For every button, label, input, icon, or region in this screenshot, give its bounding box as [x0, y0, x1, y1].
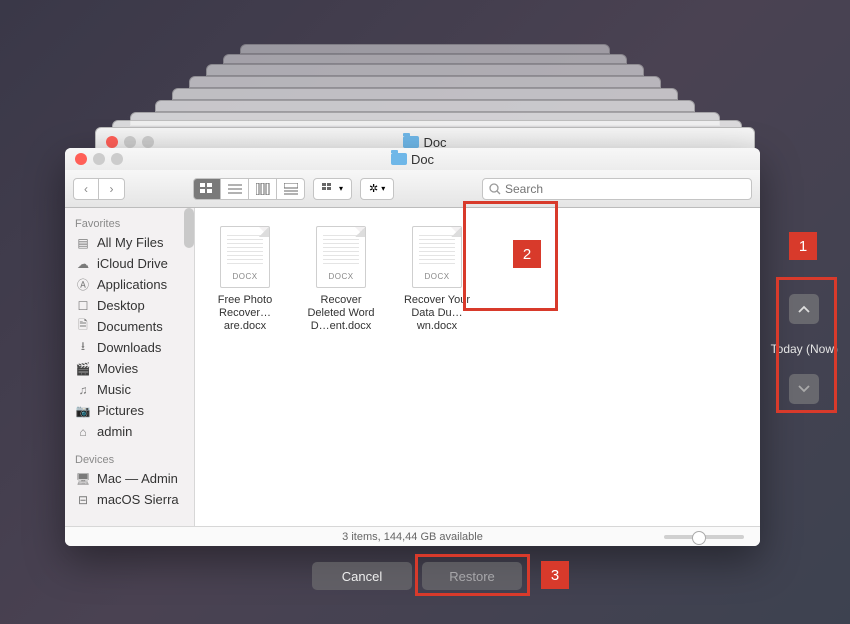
sidebar-header-devices: Devices [65, 450, 194, 468]
file-name: Recover Your Data Du…wn.docx [397, 294, 477, 334]
stacked-window [172, 88, 678, 100]
column-view-button[interactable] [249, 178, 277, 200]
cancel-button[interactable]: Cancel [312, 562, 412, 590]
sidebar-item-admin[interactable]: ⌂ admin [65, 421, 194, 442]
file-badge: DOCX [317, 272, 365, 281]
folder-icon [403, 136, 419, 148]
documents-icon: 🗎 [75, 320, 91, 334]
sidebar-header-favorites: Favorites [65, 214, 194, 232]
zoom-slider[interactable] [664, 535, 744, 539]
stacked-window [206, 64, 644, 76]
sidebar-item-label: Pictures [97, 403, 144, 418]
close-traffic-light[interactable] [75, 153, 87, 165]
sidebar-item-label: Movies [97, 361, 138, 376]
list-view-button[interactable] [221, 178, 249, 200]
movies-icon: 🎬 [75, 362, 91, 376]
toolbar: ‹ › ▾ ✲ ▾ [65, 170, 760, 208]
sidebar-item-icloud[interactable]: ☁ iCloud Drive [65, 253, 194, 274]
cloud-icon: ☁ [75, 257, 91, 271]
timeline-nav: Today (Now) [771, 294, 838, 404]
timeline-down-button[interactable] [789, 374, 819, 404]
timeline-label: Today (Now) [771, 342, 838, 356]
scrollbar-thumb[interactable] [184, 208, 194, 248]
stacked-window [189, 76, 661, 88]
sidebar-item-label: iCloud Drive [97, 256, 168, 271]
chevron-down-icon [798, 385, 810, 393]
file-name: Recover Deleted Word D…ent.docx [301, 294, 381, 334]
gear-icon: ✲ [369, 182, 378, 195]
action-button[interactable]: ✲ ▾ [360, 178, 394, 200]
file-grid[interactable]: DOCX Free Photo Recover…are.docx DOCX Re… [195, 208, 760, 526]
sidebar-item-label: All My Files [97, 235, 163, 250]
minimize-traffic-light [93, 153, 105, 165]
music-icon: ♫ [75, 383, 91, 397]
search-icon [489, 183, 501, 195]
restore-button[interactable]: Restore [422, 562, 522, 590]
file-name: Free Photo Recover…are.docx [205, 294, 285, 334]
sidebar: Favorites ▤ All My Files ☁ iCloud Drive … [65, 208, 195, 526]
stacked-window [155, 100, 695, 112]
apps-icon: Ⓐ [75, 278, 91, 292]
sidebar-item-label: Downloads [97, 340, 161, 355]
zoom-traffic-light [142, 136, 154, 148]
coverflow-view-button[interactable] [277, 178, 305, 200]
icon-view-button[interactable] [193, 178, 221, 200]
sidebar-item-label: Documents [97, 319, 163, 334]
folder-icon [391, 153, 407, 165]
sidebar-item-applications[interactable]: Ⓐ Applications [65, 274, 194, 295]
timeline-up-button[interactable] [789, 294, 819, 324]
sidebar-item-label: Music [97, 382, 131, 397]
sidebar-item-all-files[interactable]: ▤ All My Files [65, 232, 194, 253]
file-badge: DOCX [221, 272, 269, 281]
annotation-number-1: 1 [789, 232, 817, 260]
all-files-icon: ▤ [75, 236, 91, 250]
sidebar-item-desktop[interactable]: ☐ Desktop [65, 295, 194, 316]
status-text: 3 items, 144,44 GB available [342, 531, 483, 543]
sidebar-item-documents[interactable]: 🗎 Documents [65, 316, 194, 337]
nav-back-button[interactable]: ‹ [73, 178, 99, 200]
search-field[interactable] [482, 178, 752, 200]
chevron-down-icon: ▾ [381, 184, 385, 193]
home-icon: ⌂ [75, 425, 91, 439]
window-title: Doc [411, 152, 434, 167]
sidebar-item-label: macOS Sierra [97, 492, 179, 507]
sidebar-item-music[interactable]: ♫ Music [65, 379, 194, 400]
file-item[interactable]: DOCX Recover Deleted Word D…ent.docx [297, 218, 385, 338]
sidebar-item-label: Applications [97, 277, 167, 292]
chevron-down-icon: ▾ [339, 184, 343, 193]
annotation-number-3: 3 [541, 561, 569, 589]
docx-file-icon: DOCX [316, 226, 366, 288]
minimize-traffic-light [124, 136, 136, 148]
sidebar-item-movies[interactable]: 🎬 Movies [65, 358, 194, 379]
search-input[interactable] [505, 182, 745, 196]
docx-file-icon: DOCX [412, 226, 462, 288]
sidebar-item-disk[interactable]: ⊟ macOS Sierra [65, 489, 194, 510]
stacked-window [240, 44, 610, 54]
view-mode-segmented[interactable] [193, 178, 305, 200]
mac-icon: 🖥 [75, 472, 91, 486]
stacked-window [223, 54, 627, 64]
file-badge: DOCX [413, 272, 461, 281]
status-bar: 3 items, 144,44 GB available [65, 526, 760, 546]
titlebar: Doc [65, 148, 760, 170]
pictures-icon: 📷 [75, 404, 91, 418]
file-item[interactable]: DOCX Recover Your Data Du…wn.docx [393, 218, 481, 338]
sidebar-item-label: Desktop [97, 298, 145, 313]
downloads-icon: ⭳ [75, 341, 91, 355]
chevron-up-icon [798, 305, 810, 313]
close-traffic-light[interactable] [106, 136, 118, 148]
disk-icon: ⊟ [75, 493, 91, 507]
finder-window: Doc ‹ › ▾ ✲ ▾ [65, 148, 760, 546]
arrange-button[interactable]: ▾ [313, 178, 352, 200]
file-item[interactable]: DOCX Free Photo Recover…are.docx [201, 218, 289, 338]
sidebar-item-label: admin [97, 424, 132, 439]
desktop-icon: ☐ [75, 299, 91, 313]
sidebar-item-pictures[interactable]: 📷 Pictures [65, 400, 194, 421]
sidebar-item-label: Mac — Admin [97, 471, 178, 486]
sidebar-item-downloads[interactable]: ⭳ Downloads [65, 337, 194, 358]
nav-forward-button[interactable]: › [99, 178, 125, 200]
docx-file-icon: DOCX [220, 226, 270, 288]
sidebar-item-mac[interactable]: 🖥 Mac — Admin [65, 468, 194, 489]
zoom-traffic-light [111, 153, 123, 165]
